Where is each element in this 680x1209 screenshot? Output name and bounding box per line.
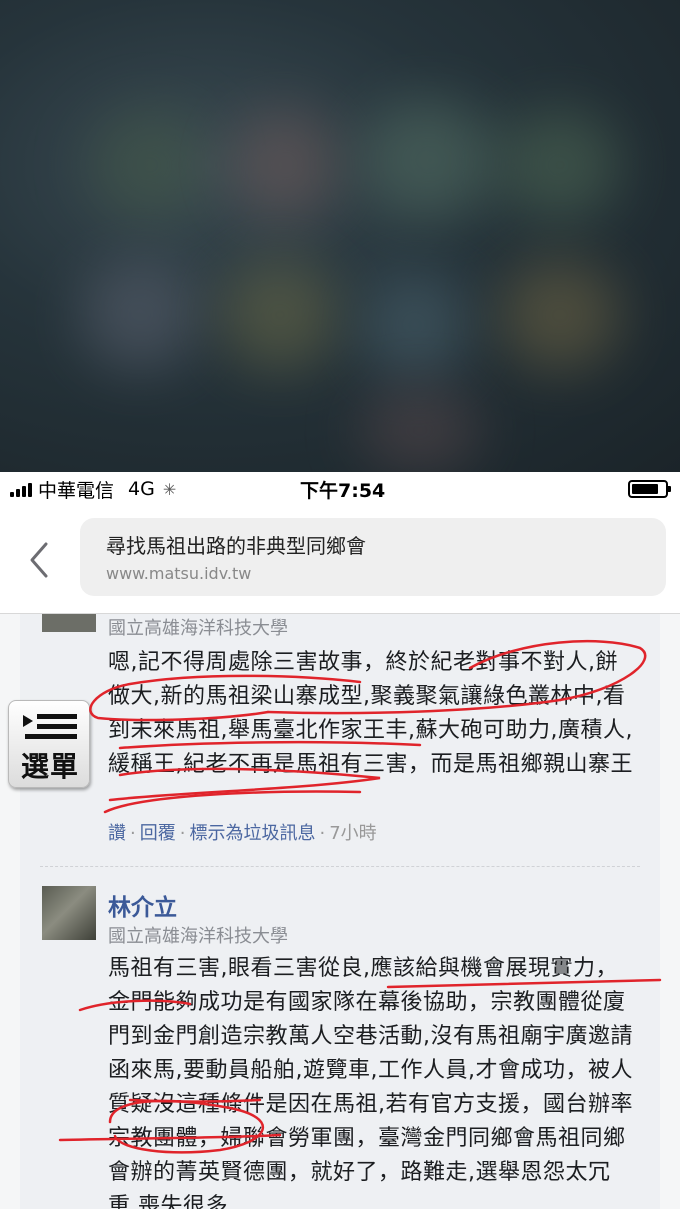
address-bar[interactable]: 尋找馬祖出路的非典型同鄉會 www.matsu.idv.tw: [80, 518, 666, 596]
loading-icon: ✳: [162, 479, 177, 499]
menu-label: 選單: [20, 750, 79, 783]
comment-actions: 讚 · 回覆 · 標示為垃圾訊息 · 7小時: [108, 823, 377, 844]
reply-link[interactable]: 回覆: [140, 823, 176, 844]
signal-icon: [10, 481, 32, 497]
avatar[interactable]: [42, 614, 96, 632]
comment-text: 嗯,記不得周處除三害故事，終於紀老對事不對人,餅做大,新的馬祖梁山寨成型,聚義聚…: [108, 650, 633, 777]
back-arrow-icon[interactable]: [26, 540, 56, 580]
clock: 下午7:54: [300, 479, 386, 502]
comment-list: 國立高雄海洋科技大學 嗯,記不得周處除三害故事，終於紀老對事不對人,餅做大,新的…: [20, 614, 660, 1209]
mark-spam-link[interactable]: 標示為垃圾訊息: [189, 823, 315, 844]
commenter-name[interactable]: 林介立: [108, 888, 177, 922]
battery-icon: [628, 480, 671, 498]
status-bar: 中華電信 4G ✳ 下午7:54: [0, 472, 680, 506]
page-title: 尋找馬祖出路的非典型同鄉會: [106, 534, 366, 558]
carrier-label: 中華電信: [38, 479, 115, 502]
avatar[interactable]: [42, 886, 96, 940]
comment-text: 馬祖有三害,眼看三害從良,應該給與機會展現實力，金門能夠成功是有國家隊在幕後協助…: [108, 956, 633, 1209]
comments-section: 國立高雄海洋科技大學 嗯,記不得周處除三害故事，終於紀老對事不對人,餅做大,新的…: [0, 614, 680, 1209]
browser-nav-bar: 尋找馬祖出路的非典型同鄉會 www.matsu.idv.tw: [0, 506, 680, 614]
battery-fill: [632, 484, 658, 494]
list-menu-icon: [23, 714, 77, 739]
comment-time: 7小時: [329, 823, 377, 844]
network-label: 4G: [128, 478, 155, 500]
commenter-affiliation: 國立高雄海洋科技大學: [108, 926, 288, 947]
comment-divider: [40, 866, 640, 867]
menu-button[interactable]: 選單: [8, 700, 90, 788]
blurred-background: [0, 0, 680, 472]
like-link[interactable]: 讚: [108, 823, 126, 844]
url-host: www.matsu.idv.tw: [106, 564, 252, 583]
commenter-affiliation: 國立高雄海洋科技大學: [108, 618, 288, 639]
